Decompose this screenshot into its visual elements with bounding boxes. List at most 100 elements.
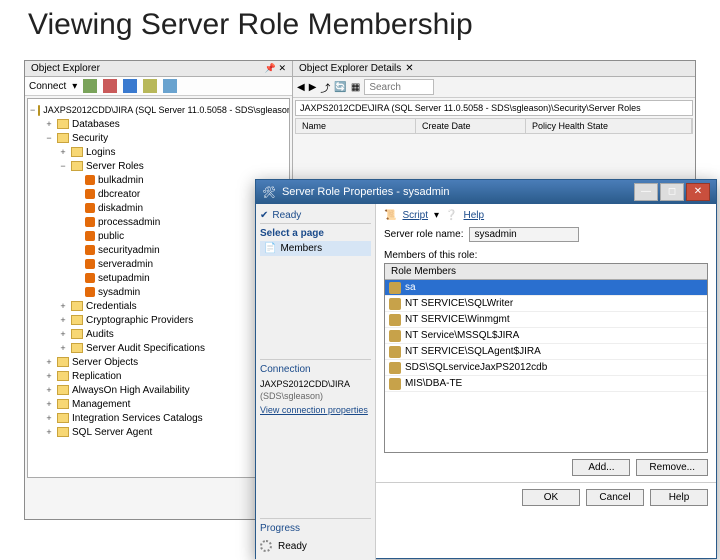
role-sysadmin[interactable]: sysadmin [98,287,140,298]
role-processadmin[interactable]: processadmin [98,217,160,228]
expand-icon[interactable]: − [44,133,54,143]
add-button[interactable]: Add... [572,459,630,476]
member-row[interactable]: NT Service\MSSQL$JIRA [385,328,707,344]
oed-tab[interactable]: Object Explorer Details✕ [293,61,695,77]
connect-icon[interactable] [83,79,97,93]
role-dbcreator[interactable]: dbcreator [98,189,140,200]
close-button[interactable]: ✕ [686,183,710,201]
sync-icon[interactable]: 🔄 [334,82,346,93]
maximize-button[interactable]: ◻ [660,183,684,201]
cancel-button[interactable]: Cancel [586,489,644,506]
expand-icon[interactable]: + [58,147,68,157]
management-node[interactable]: Management [72,399,130,410]
member-row[interactable]: NT SERVICE\Winmgmt [385,312,707,328]
folder-icon [57,413,69,423]
filter-icon[interactable] [143,79,157,93]
close-tab-icon[interactable]: ✕ [405,63,413,74]
folder-icon [71,315,83,325]
expand-icon[interactable]: + [58,343,68,353]
help-button[interactable]: Help [464,210,485,221]
role-icon [85,231,95,241]
search-input[interactable] [364,79,434,95]
back-icon[interactable]: ◀ [297,82,305,93]
connect-dropdown-icon[interactable]: ▾ [72,81,77,92]
server-node[interactable]: JAXPS2012CDD\JIRA (SQL Server 11.0.5058 … [43,105,290,115]
expand-icon[interactable]: + [44,399,54,409]
disconnect-icon[interactable] [103,79,117,93]
member-name: NT Service\MSSQL$JIRA [405,330,519,341]
server-roles-node[interactable]: Server Roles [86,161,144,172]
role-setupadmin[interactable]: setupadmin [98,273,150,284]
script-dropdown-icon[interactable]: ▾ [434,210,439,221]
connection-header: Connection [260,359,371,377]
expand-icon[interactable]: + [44,385,54,395]
security-node[interactable]: Security [72,133,108,144]
up-icon[interactable]: ⤴ [320,80,330,95]
slide-title: Viewing Server Role Membership [0,0,720,48]
connect-button[interactable]: Connect [29,81,66,92]
breadcrumb[interactable]: JAXPS2012CDE\JIRA (SQL Server 11.0.5058 … [295,100,693,116]
object-explorer-tab[interactable]: Object Explorer 📌 ✕ [25,61,292,77]
role-public[interactable]: public [98,231,124,242]
grid-header[interactable]: Role Members [385,264,707,280]
stop-icon[interactable] [123,79,137,93]
folder-icon [57,119,69,129]
role-bulkadmin[interactable]: bulkadmin [98,175,144,186]
expand-icon[interactable]: + [44,413,54,423]
dialog-titlebar[interactable]: 🛠 Server Role Properties - sysadmin — ◻ … [256,180,716,204]
member-row[interactable]: sa [385,280,707,296]
refresh-icon[interactable] [163,79,177,93]
expand-icon[interactable]: + [44,357,54,367]
col-create-date[interactable]: Create Date [416,119,526,133]
role-securityadmin[interactable]: securityadmin [98,245,160,256]
object-explorer-details-pane: Object Explorer Details✕ ◀ ▶ ⤴ 🔄 ▦ JAXPS… [293,61,695,134]
col-name[interactable]: Name [296,119,416,133]
logins-node[interactable]: Logins [86,147,115,158]
pin-icon[interactable]: 📌 ✕ [265,63,286,74]
ok-button[interactable]: OK [522,489,580,506]
script-button[interactable]: Script [402,210,428,221]
crypto-node[interactable]: Cryptographic Providers [86,315,193,326]
expand-icon[interactable]: + [58,315,68,325]
role-icon [85,259,95,269]
members-grid[interactable]: Role Members sa NT SERVICE\SQLWriter NT … [384,263,708,453]
page-members[interactable]: 📄Members [260,241,371,256]
member-row[interactable]: NT SERVICE\SQLWriter [385,296,707,312]
member-name: NT SERVICE\SQLWriter [405,298,513,309]
role-serveradmin[interactable]: serveradmin [98,259,153,270]
folder-icon [71,343,83,353]
expand-icon[interactable]: − [58,161,68,171]
databases-node[interactable]: Databases [72,119,120,130]
forward-icon[interactable]: ▶ [309,82,317,93]
replication-node[interactable]: Replication [72,371,121,382]
expand-icon[interactable]: + [44,119,54,129]
alwayson-node[interactable]: AlwaysOn High Availability [72,385,190,396]
expand-icon[interactable]: + [44,427,54,437]
expand-icon[interactable]: − [30,105,35,115]
iscatalogs-node[interactable]: Integration Services Catalogs [72,413,203,424]
ready-icon: ✔ [260,210,268,221]
member-row[interactable]: NT SERVICE\SQLAgent$JIRA [385,344,707,360]
progress-header: Progress [260,518,371,536]
member-row[interactable]: SDS\SQLserviceJaxPS2012cdb [385,360,707,376]
expand-icon[interactable]: + [58,329,68,339]
server-audit-node[interactable]: Server Audit Specifications [86,343,205,354]
expand-icon[interactable]: + [58,301,68,311]
filter-icon[interactable]: ▦ [351,82,360,93]
object-explorer-tree[interactable]: −JAXPS2012CDD\JIRA (SQL Server 11.0.5058… [27,98,290,478]
col-policy[interactable]: Policy Health State [526,119,692,133]
folder-icon [57,385,69,395]
server-objects-node[interactable]: Server Objects [72,357,138,368]
audits-node[interactable]: Audits [86,329,114,340]
expand-icon[interactable]: + [44,371,54,381]
help-footer-button[interactable]: Help [650,489,708,506]
minimize-button[interactable]: — [634,183,658,201]
page-members-label: Members [280,243,322,254]
folder-icon [57,427,69,437]
sqlagent-node[interactable]: SQL Server Agent [72,427,152,438]
role-diskadmin[interactable]: diskadmin [98,203,143,214]
remove-button[interactable]: Remove... [636,459,708,476]
credentials-node[interactable]: Credentials [86,301,137,312]
member-row[interactable]: MIS\DBA-TE [385,376,707,392]
view-connection-link[interactable]: View connection properties [260,405,371,415]
